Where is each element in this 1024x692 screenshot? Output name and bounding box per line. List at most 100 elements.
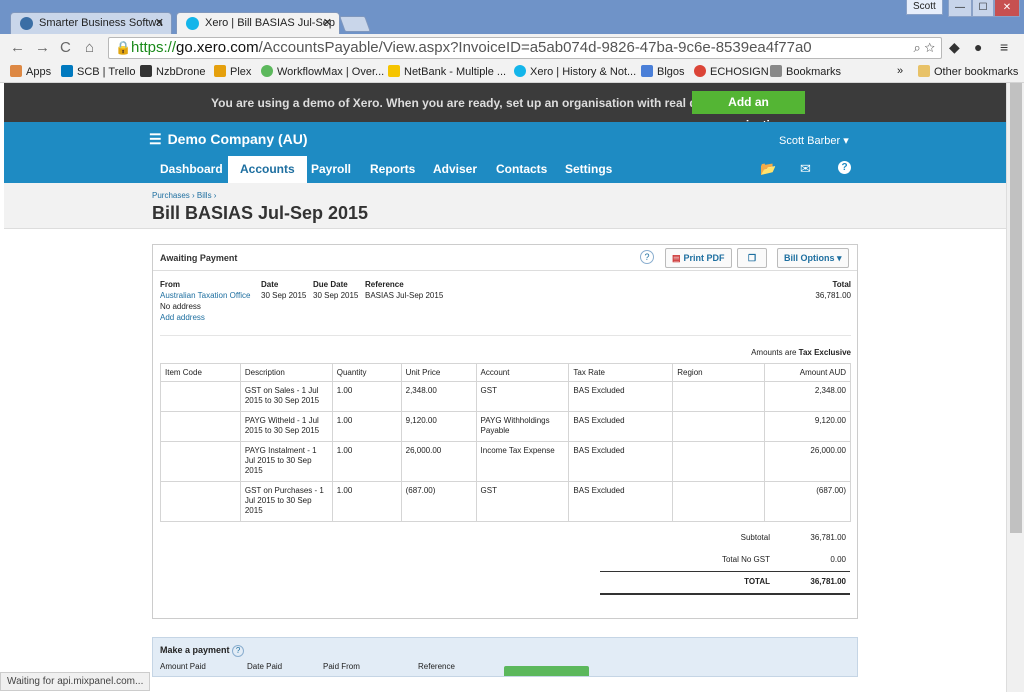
extension-icon[interactable]: ● xyxy=(974,39,982,55)
table-row: PAYG Instalment - 1 Jul 2015 to 30 Sep 2… xyxy=(160,441,851,482)
contact-link[interactable]: Australian Taxation Office xyxy=(160,290,250,301)
user-menu[interactable]: Scott Barber ▾ xyxy=(779,134,849,147)
browser-status-bar: Waiting for api.mixpanel.com... xyxy=(0,672,1006,692)
copy-button[interactable]: ❐ xyxy=(737,248,767,268)
maximize-button[interactable]: ☐ xyxy=(972,0,994,17)
folder-icon xyxy=(918,65,930,77)
close-tab-icon[interactable]: ✕ xyxy=(323,16,332,29)
bookmark-xero[interactable]: Xero | History & Not... xyxy=(514,65,636,78)
grand-total-row: TOTAL 36,781.00 xyxy=(744,577,846,586)
demo-message: You are using a demo of Xero. When you a… xyxy=(211,96,718,110)
help-icon[interactable]: ? xyxy=(640,250,654,264)
total-block: Total 36,781.00 xyxy=(815,280,851,300)
col-tax-rate: Tax Rate xyxy=(568,363,674,382)
org-switcher[interactable]: ☰ Demo Company (AU) xyxy=(149,131,308,148)
bookmark-nzbdrone[interactable]: NzbDrone xyxy=(140,65,206,78)
tab-xero-bill[interactable]: Xero | Bill BASIAS Jul-Sep ✕ xyxy=(176,12,340,34)
scrollbar-thumb[interactable] xyxy=(1010,83,1022,533)
close-tab-icon[interactable]: ✕ xyxy=(155,16,164,29)
add-organisation-button[interactable]: Add an organisation xyxy=(692,91,805,132)
bookmark-blgos[interactable]: Blgos xyxy=(641,65,685,78)
divider xyxy=(600,593,850,595)
bill-card: Awaiting Payment ? ▤ Print PDF ❐ Bill Opt… xyxy=(152,244,858,619)
zoom-icon[interactable]: ⌕ xyxy=(913,40,920,55)
table-header-row: Item Code Description Quantity Unit Pric… xyxy=(160,363,851,382)
extension-icon[interactable]: ◆ xyxy=(949,39,960,56)
subtotal-row: Subtotal 36,781.00 xyxy=(740,533,846,542)
home-icon[interactable]: ⌂ xyxy=(85,39,94,56)
tab-title: Smarter Business Softwa xyxy=(39,17,163,29)
nzbdrone-icon xyxy=(140,65,152,77)
page-header: Purchases › Bills › Bill BASIAS Jul-Sep … xyxy=(4,183,1006,229)
breadcrumb[interactable]: Purchases › Bills › xyxy=(152,191,216,200)
bookmarks-overflow-icon[interactable]: » xyxy=(897,65,903,77)
bill-options-button[interactable]: Bill Options ▾ xyxy=(777,248,849,268)
help-icon[interactable]: ? xyxy=(232,645,245,657)
bookmarks-bar: Apps SCB | Trello NzbDrone Plex Workflow… xyxy=(0,62,1024,83)
line-items-table: Item Code Description Quantity Unit Pric… xyxy=(160,363,851,522)
bill-toolbar: Awaiting Payment ? ▤ Print PDF ❐ Bill Opt… xyxy=(153,245,857,271)
chevron-down-icon: ▾ xyxy=(837,253,842,263)
table-row: GST on Sales - 1 Jul 2015 to 30 Sep 2015… xyxy=(160,381,851,412)
forward-icon[interactable]: → xyxy=(35,39,50,56)
bookmark-echosign[interactable]: ECHOSIGN xyxy=(694,65,769,78)
menu-icon: ☰ xyxy=(149,131,162,147)
menu-icon[interactable]: ≡ xyxy=(1000,39,1008,55)
bookmark-apps[interactable]: Apps xyxy=(10,65,51,78)
doc-icon xyxy=(641,65,653,77)
other-bookmarks[interactable]: Other bookmarks xyxy=(918,65,1018,78)
minimize-button[interactable]: — xyxy=(948,0,972,17)
browser-toolbar: ← → C ⌂ 🔒 https://go.xero.com/AccountsPa… xyxy=(0,34,1024,62)
mail-icon[interactable]: ✉ xyxy=(800,161,811,177)
nav-settings[interactable]: Settings xyxy=(565,156,612,183)
nav-accounts[interactable]: Accounts xyxy=(228,156,307,183)
copy-icon: ❐ xyxy=(747,253,757,263)
browser-titlebar: Smarter Business Softwa ✕ Xero | Bill BA… xyxy=(0,0,1024,34)
apps-grid-icon xyxy=(10,65,22,77)
page-title: Bill BASIAS Jul-Sep 2015 xyxy=(152,203,369,223)
status-badge: Awaiting Payment xyxy=(160,253,238,263)
paid-from-label: Paid From xyxy=(323,662,360,671)
nav-adviser[interactable]: Adviser xyxy=(433,156,477,183)
col-quantity: Quantity xyxy=(331,363,402,382)
xero-header: ☰ Demo Company (AU) Scott Barber ▾ Dashbo… xyxy=(4,122,1006,183)
bookmark-netbank[interactable]: NetBank - Multiple ... xyxy=(388,65,506,78)
globe-icon xyxy=(20,17,33,30)
help-icon[interactable]: ? xyxy=(838,161,851,174)
bookmark-star-icon[interactable]: ☆ xyxy=(924,40,935,55)
nav-contacts[interactable]: Contacts xyxy=(496,156,547,183)
nav-reports[interactable]: Reports xyxy=(370,156,415,183)
address-bar[interactable]: 🔒 https://go.xero.com/AccountsPayable/Vi… xyxy=(108,37,942,59)
tab-smarter-business[interactable]: Smarter Business Softwa ✕ xyxy=(10,12,172,34)
new-tab-button[interactable] xyxy=(339,16,371,32)
add-address-link[interactable]: Add address xyxy=(160,312,250,323)
netbank-icon xyxy=(388,65,400,77)
star-icon xyxy=(770,65,782,77)
xero-icon xyxy=(186,17,199,30)
bookmark-bookmarks[interactable]: Bookmarks xyxy=(770,65,841,78)
google-icon xyxy=(694,65,706,77)
workflowmax-icon xyxy=(261,65,273,77)
payment-title: Make a payment ? xyxy=(160,645,245,657)
scrollbar[interactable] xyxy=(1006,83,1024,692)
bookmark-plex[interactable]: Plex xyxy=(214,65,251,78)
nav-payroll[interactable]: Payroll xyxy=(311,156,351,183)
bookmark-workflowmax[interactable]: WorkflowMax | Over... xyxy=(261,65,384,78)
nav-dashboard[interactable]: Dashboard xyxy=(160,156,223,183)
profile-chip[interactable]: Scott xyxy=(906,0,943,15)
reference-label: Reference xyxy=(418,662,455,671)
reference-block: Reference BASIAS Jul-Sep 2015 xyxy=(365,280,444,300)
pdf-icon: ▤ xyxy=(672,253,681,263)
close-window-button[interactable]: ✕ xyxy=(994,0,1020,17)
trello-icon xyxy=(61,65,73,77)
back-icon[interactable]: ← xyxy=(10,39,25,56)
bookmark-trello[interactable]: SCB | Trello xyxy=(61,65,136,78)
url-host: go.xero.com xyxy=(176,39,259,56)
plex-icon xyxy=(214,65,226,77)
divider xyxy=(600,571,850,572)
date-paid-label: Date Paid xyxy=(247,662,283,671)
print-pdf-button[interactable]: ▤ Print PDF xyxy=(665,248,732,268)
files-icon[interactable]: 📂 xyxy=(760,161,776,177)
table-row: GST on Purchases - 1 Jul 2015 to 30 Sep … xyxy=(160,481,851,522)
reload-icon[interactable]: C xyxy=(60,39,71,56)
